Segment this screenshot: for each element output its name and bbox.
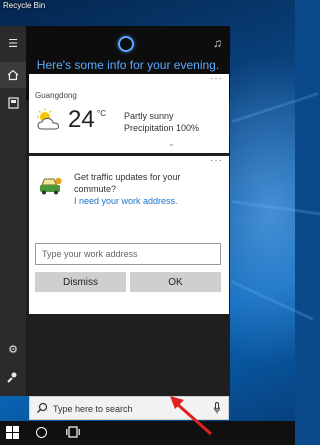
- weather-condition: Partly sunny: [124, 111, 174, 121]
- menu-icon[interactable]: ☰: [0, 30, 26, 56]
- feedback-icon[interactable]: [0, 364, 26, 390]
- cortana-greeting: Here's some info for your evening.: [36, 58, 220, 72]
- car-icon: [40, 177, 62, 195]
- search-icon: [37, 402, 48, 413]
- chevron-down-icon[interactable]: ⌄: [168, 139, 175, 148]
- weather-temperature: 24: [68, 106, 95, 133]
- traffic-question: Get traffic updates for your commute?: [74, 172, 181, 194]
- search-placeholder: Type here to search: [53, 404, 133, 414]
- cortana-ring-icon: [118, 36, 134, 52]
- dismiss-button[interactable]: Dismiss: [35, 272, 126, 292]
- notebook-icon[interactable]: [0, 90, 26, 116]
- weather-precipitation: Precipitation 100%: [124, 123, 200, 133]
- music-icon[interactable]: ♫: [213, 36, 222, 50]
- traffic-card: ··· Get traffic updates for your commute…: [29, 155, 229, 314]
- wallpaper-light-ray: [230, 280, 314, 321]
- weather-location: Guangdong: [35, 91, 77, 100]
- cortana-side-rail: ☰ ⚙: [0, 26, 26, 396]
- cortana-taskbar-icon[interactable]: [36, 427, 47, 438]
- weather-unit: °C: [97, 109, 106, 118]
- weather-more-icon[interactable]: ···: [210, 73, 223, 84]
- work-address-input[interactable]: [35, 243, 221, 265]
- settings-icon[interactable]: ⚙: [0, 336, 26, 362]
- ok-button[interactable]: OK: [130, 272, 221, 292]
- work-address-link[interactable]: I need your work address.: [74, 196, 178, 206]
- red-arrow-annotation: [170, 396, 212, 436]
- windows-start-icon[interactable]: [6, 426, 19, 439]
- weather-card[interactable]: ··· Guangdong 24 °C Partly sunny Precipi…: [29, 73, 229, 153]
- home-icon[interactable]: [0, 62, 26, 88]
- wallpaper-light-ray: [232, 92, 319, 123]
- wallpaper-light-ray: [231, 200, 320, 216]
- task-view-icon[interactable]: [66, 426, 80, 438]
- partly-sunny-icon: [37, 108, 60, 130]
- recycle-bin-label[interactable]: Recycle Bin: [3, 1, 45, 10]
- traffic-more-icon[interactable]: ···: [210, 155, 223, 166]
- taskbar: [0, 421, 295, 445]
